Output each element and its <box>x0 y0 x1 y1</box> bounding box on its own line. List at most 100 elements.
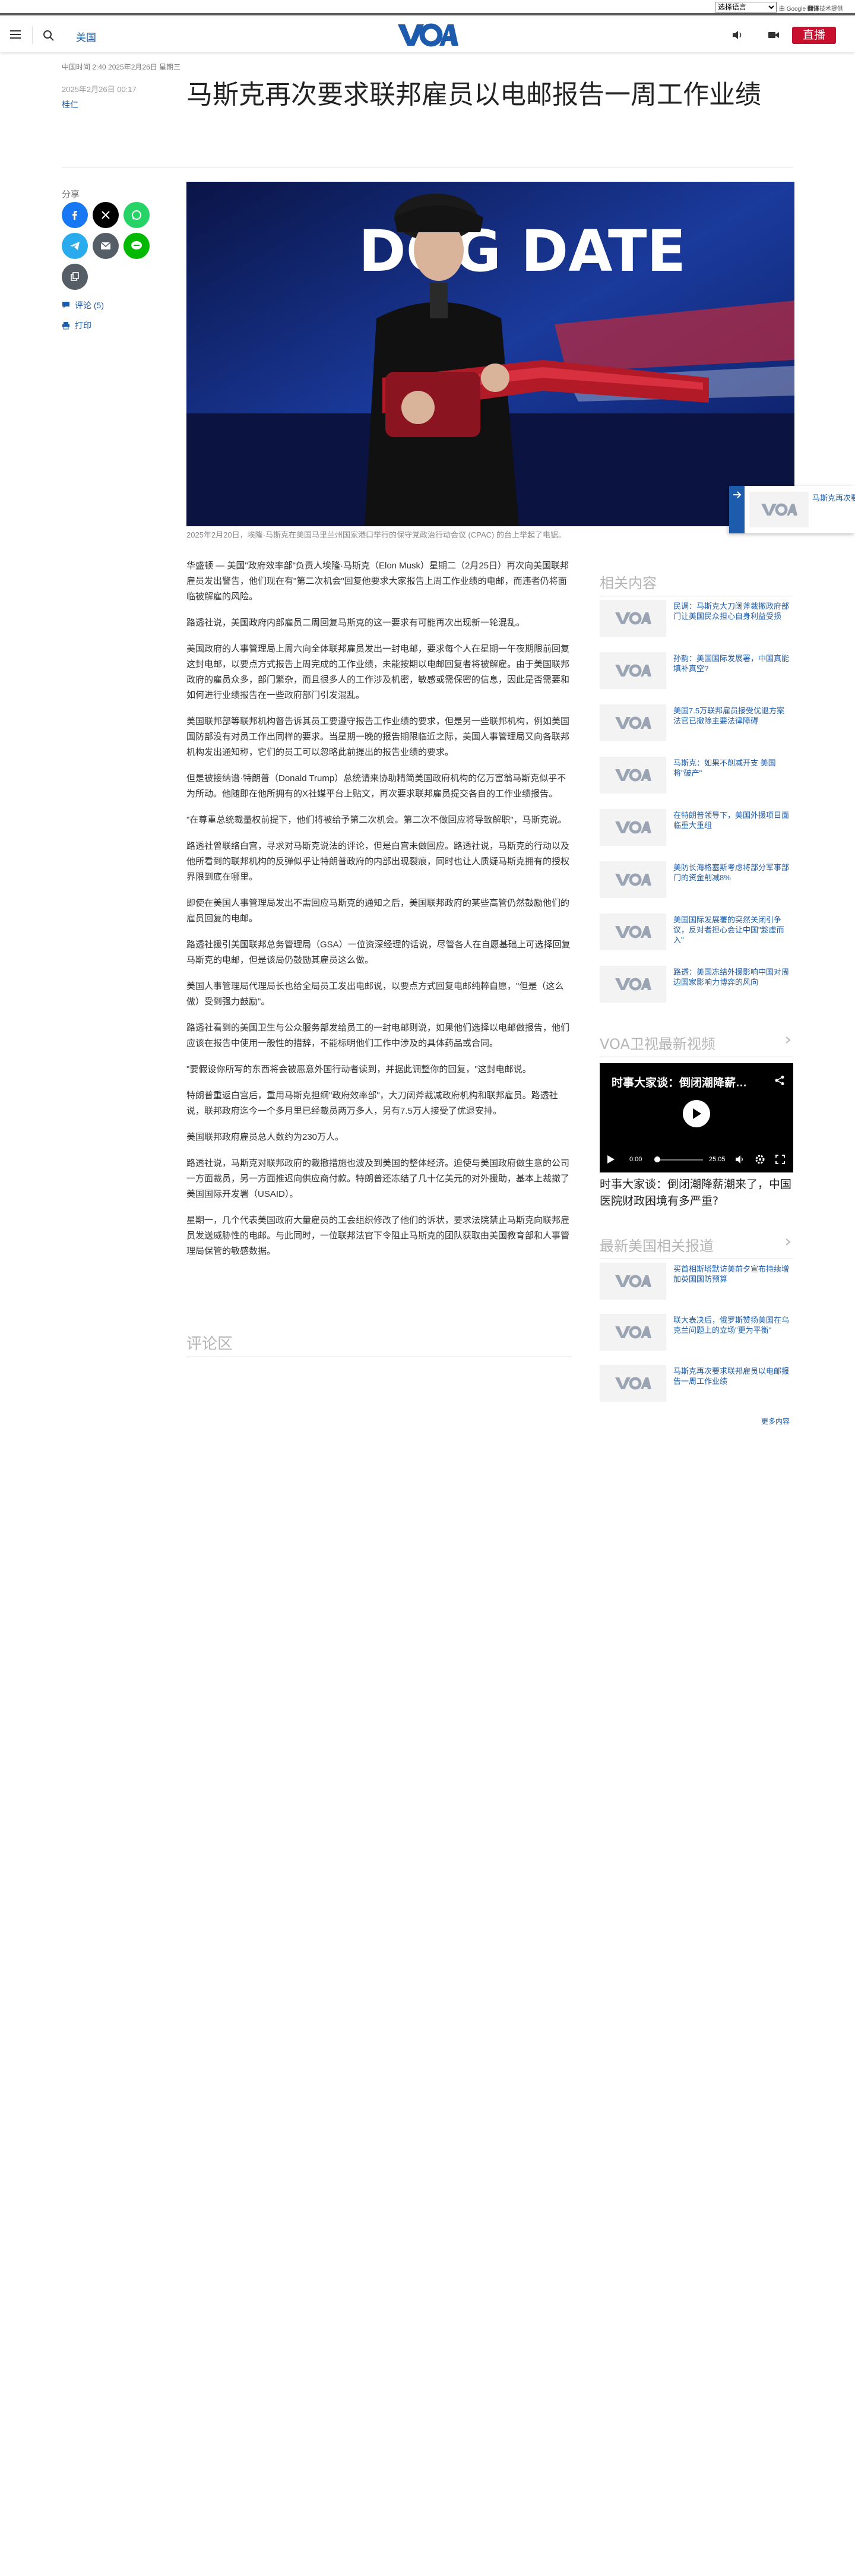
section-link-us[interactable]: 美国 <box>76 29 96 44</box>
google-suffix-text: 技术提供 <box>819 6 843 12</box>
telegram-share-button[interactable] <box>62 233 88 259</box>
x-share-button[interactable] <box>93 202 119 228</box>
paragraph: 路透社援引美国联邦总务管理局（GSA）一位资深经理的话说，尽管各人在自愿基础上可… <box>186 940 571 965</box>
author-link[interactable]: 桂仁 <box>62 99 78 110</box>
search-icon[interactable] <box>42 29 56 43</box>
site-header: 美国 直播 <box>0 18 855 52</box>
print-icon <box>62 322 69 330</box>
related-item-title: 在特朗普领导下，美国外援项目面临重大重组 <box>673 811 790 830</box>
copy-icon <box>71 272 79 281</box>
latest-item[interactable]: 买首相斯塔默访美前夕宣布持续增加英国国防预算 <box>600 1263 793 1304</box>
floating-next-article[interactable]: 马斯克再次要求联邦雇员以电邮报告一周工作业绩 <box>729 486 855 533</box>
language-select[interactable]: 选择语言 <box>715 2 777 12</box>
paragraph: 特朗普重返白宫后，重用马斯克担纲"政府效率部"，大刀阔斧裁减政府机构和联邦雇员。… <box>186 1091 558 1116</box>
latest-heading-text: 最新美国相关报道 <box>600 1238 714 1254</box>
video-progress-knob[interactable] <box>654 1156 660 1162</box>
video-heading[interactable]: VOA卫视最新视频 <box>600 1032 793 1057</box>
video-camera-icon[interactable] <box>767 29 780 41</box>
play-button[interactable] <box>683 1100 710 1127</box>
related-heading: 相关内容 <box>600 571 793 596</box>
voa-thumb-icon <box>749 492 809 527</box>
related-item[interactable]: 孙韵：美国国际发展署，中国真能填补真空? <box>600 652 793 694</box>
paragraph: 路透社看到的美国卫生与公众服务部发给员工的一封电邮则说，如果他们选择以电邮做报告… <box>186 1023 570 1048</box>
paragraph: 即使在美国人事管理局发出不需回应马斯克的通知之后，美国联邦政府的某些高管仍然鼓励… <box>186 898 570 924</box>
related-item[interactable]: 美国7.5万联邦雇员接受优退方案 法官已撤除主要法律障碍 <box>600 704 793 746</box>
video-current-time: 0:00 <box>629 1156 642 1163</box>
video-caption[interactable]: 时事大家谈：倒闭潮降薪潮来了，中国医院财政困境有多严重? <box>600 1176 793 1209</box>
comments-heading: 评论区 <box>186 1335 233 1353</box>
voa-thumb-icon <box>600 1314 666 1351</box>
comments-link[interactable]: 评论 (5) <box>62 299 104 311</box>
live-button[interactable]: 直播 <box>792 27 836 44</box>
related-item-title: 孙韵：美国国际发展署，中国真能填补真空? <box>673 654 790 673</box>
google-powered-text: 由 Google <box>779 6 806 12</box>
voa-thumb-icon <box>600 966 666 1003</box>
related-item[interactable]: 在特朗普领导下，美国外援项目面临重大重组 <box>600 809 793 851</box>
related-item[interactable]: 马斯克：如果不削减开支 美国将"破产" <box>600 757 793 798</box>
settings-gear-icon[interactable] <box>755 1155 765 1164</box>
latest-item[interactable]: 马斯克再次要求联邦雇员以电邮报告一周工作业绩 <box>600 1365 793 1406</box>
voa-thumb-icon <box>600 914 666 950</box>
related-item[interactable]: 美防长海格塞斯考虑将部分军事部门的资金削减8% <box>600 861 793 903</box>
paragraph: 华盛顿 — 美国"政府效率部"负责人埃隆·马斯克（Elon Musk）星期二（2… <box>186 561 569 602</box>
play-small-icon[interactable] <box>607 1155 615 1164</box>
copy-link-button[interactable] <box>62 264 88 290</box>
paragraph: 美国政府的人事管理局上周六向全体联邦雇员发出一封电邮，要求每个人在星期一午夜期限… <box>186 644 570 700</box>
voa-thumb-icon <box>600 861 666 898</box>
google-translate-credit[interactable]: 由 Google 翻译技术提供 <box>779 4 843 12</box>
print-link[interactable]: 打印 <box>62 320 91 331</box>
more-content-link[interactable]: 更多内容 <box>761 1416 790 1426</box>
volume-icon[interactable] <box>735 1155 745 1164</box>
paragraph: 但是被接纳谱·特朗普（Donald Trump）总统请来协助精简美国政府机构的亿… <box>186 773 566 799</box>
share-icon[interactable] <box>774 1075 785 1086</box>
facebook-share-button[interactable] <box>62 202 88 228</box>
whatsapp-icon <box>132 210 141 220</box>
related-item-title: 民调：马斯克大刀阔斧裁撤政府部门让美国民众担心自身利益受损 <box>673 602 790 621</box>
related-item-title: 美国国际发展署的突然关闭引争议，反对者担心会让中国"趁虚而入" <box>673 915 784 944</box>
whatsapp-share-button[interactable] <box>124 202 150 228</box>
paragraph: 路透社说，美国政府内部雇员二周回复马斯克的这一要求有可能再次出现新一轮混乱。 <box>186 618 525 628</box>
line-share-button[interactable] <box>124 233 150 259</box>
paragraph: 美国人事管理局代理局长也给全局员工发出电邮说，以要点方式回复电邮纯粹自愿，"但是… <box>186 981 564 1007</box>
google-translate-text: 翻译 <box>807 6 819 12</box>
voa-thumb-icon <box>600 652 666 689</box>
latest-item[interactable]: 联大表决后，俄罗斯赞扬美国在乌克兰问题上的立场"更为平衡" <box>600 1314 793 1355</box>
video-heading-text: VOA卫视最新视频 <box>600 1036 715 1052</box>
email-icon <box>100 242 111 249</box>
related-item-title: 路透：美国冻结外援影响中国对周边国家影响力博弈的风向 <box>673 968 790 987</box>
article-body: 华盛顿 — 美国"政府效率部"负责人埃隆·马斯克（Elon Musk）星期二（2… <box>186 558 571 1270</box>
print-link-label: 打印 <box>75 321 91 330</box>
paragraph: "要假设你所写的东西将会被恶意外国行动者读到，并据此调整你的回复，"这封电邮说。 <box>186 1064 531 1074</box>
related-item[interactable]: 民调：马斯克大刀阔斧裁撤政府部门让美国民众担心自身利益受损 <box>600 600 793 641</box>
video-progress-track[interactable] <box>654 1159 703 1161</box>
chevron-right-icon <box>786 1238 791 1246</box>
fullscreen-icon[interactable] <box>775 1155 785 1164</box>
email-share-button[interactable] <box>93 233 119 259</box>
paragraph: 美国联邦部等联邦机构督告诉其员工要遵守报告工作业绩的要求，但是另一些联邦机构，例… <box>186 716 570 757</box>
related-item-title: 美防长海格塞斯考虑将部分军事部门的资金削减8% <box>673 863 790 882</box>
header-rule <box>62 167 793 168</box>
related-item[interactable]: 路透：美国冻结外援影响中国对周边国家影响力博弈的风向 <box>600 966 793 1007</box>
latest-heading[interactable]: 最新美国相关报道 <box>600 1234 793 1259</box>
voa-thumb-icon <box>600 1365 666 1402</box>
voa-thumb-icon <box>600 600 666 637</box>
hero-image: DOG DATE <box>186 182 794 526</box>
hamburger-menu-icon[interactable] <box>7 28 24 42</box>
latest-item-title: 联大表决后，俄罗斯赞扬美国在乌克兰问题上的立场"更为平衡" <box>673 1316 790 1335</box>
video-title: 时事大家谈：倒闭潮降薪… <box>612 1077 748 1089</box>
facebook-icon <box>72 211 77 220</box>
floating-next-title: 马斯克再次要求联邦雇员以电邮报告一周工作业绩 <box>812 494 855 502</box>
voa-logo[interactable] <box>397 22 458 48</box>
related-item[interactable]: 美国国际发展署的突然关闭引争议，反对者担心会让中国"趁虚而入" <box>600 914 793 955</box>
share-label: 分享 <box>62 189 80 200</box>
publish-date: 2025年2月26日 00:17 <box>62 85 137 94</box>
audio-icon[interactable] <box>732 29 745 41</box>
video-player[interactable]: 时事大家谈：倒闭潮降薪… 0:00 25:05 <box>600 1063 793 1172</box>
line-icon <box>131 241 142 249</box>
voa-thumb-icon <box>600 757 666 794</box>
paragraph: "在尊重总统裁量权前提下，他们将被给予第二次机会。第二次不做回应将导致解职"，马… <box>186 815 567 825</box>
comment-icon <box>62 302 69 308</box>
telegram-icon <box>70 242 80 250</box>
related-item-title: 美国7.5万联邦雇员接受优退方案 法官已撤除主要法律障碍 <box>673 706 785 725</box>
hero-caption: 2025年2月20日，埃隆·马斯克在美国马里兰州国家港口举行的保守党政治行动会议… <box>186 530 566 539</box>
